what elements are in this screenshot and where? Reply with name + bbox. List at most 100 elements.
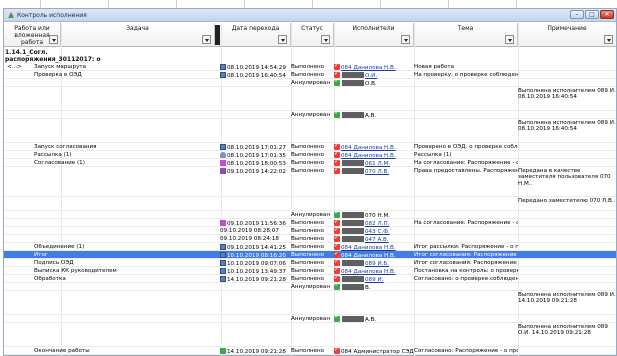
table-row[interactable]: Передано заместителю 070 Л.В..: [4, 197, 616, 211]
redacted-name: [342, 276, 364, 282]
status-cell: Выполнено: [291, 348, 325, 354]
table-row[interactable]: Выполнена исполнителем 089 И. 08.10.2019…: [4, 87, 616, 111]
table-row[interactable]: Выполнена исполнителем 089 И. 14.10.2019…: [4, 291, 616, 315]
table-row[interactable]: АннулированА.В.: [4, 315, 616, 323]
executor-cell[interactable]: 089 И.Б.: [334, 260, 414, 267]
table-row[interactable]: 09.10.2019 14:22:02 Выполнено 070 Л.В. Прав…: [4, 167, 616, 197]
check-icon: [334, 276, 340, 282]
work-cell: [7, 220, 33, 227]
filter-dropdown-icon[interactable]: [505, 35, 514, 44]
table-row[interactable]: Проверка в ОЭД 08.10.2019 16:40:54 Выполне…: [4, 71, 616, 79]
table-row[interactable]: АннулированА.В.: [4, 111, 616, 119]
topic-cell: Новая работа: [414, 64, 455, 70]
topic-cell: На проверку: о проверке соблюден: [414, 72, 518, 78]
date-cell: 10.10.2019 08:16:20: [220, 252, 291, 259]
group-title-line1: 1.14.1_Согл.: [5, 49, 48, 56]
doc-icon: [220, 144, 226, 150]
table-row[interactable]: АннулированО.В.: [4, 79, 616, 87]
executor-cell[interactable]: 061 Л.М.: [334, 160, 414, 167]
check-icon: [334, 348, 340, 354]
task-cell: [34, 236, 214, 243]
work-cell: [7, 324, 33, 331]
table-row[interactable]: Подпись ОЭД 10.10.2019 09:07:06Выполнено 0…: [4, 259, 616, 267]
redacted-name: [342, 284, 364, 290]
executor-cell[interactable]: 082 Л.П.: [334, 220, 414, 227]
status-cell: Выполнено: [291, 268, 325, 274]
note-cell: Выполнена исполнителем 089 И. 08.10.2019…: [518, 120, 616, 133]
executor-cell: 070 Н.М.: [334, 212, 414, 219]
close-button[interactable]: ✕: [600, 10, 614, 19]
maximize-button[interactable]: □: [585, 10, 599, 19]
column-header-note[interactable]: Примечание: [518, 23, 616, 47]
filter-dropdown-icon[interactable]: [202, 35, 211, 44]
executor-cell[interactable]: 043 С.Ф.: [334, 228, 414, 235]
table-row[interactable]: 09.10.2019 11:56:36Выполнено 082 Л.П.На с…: [4, 219, 616, 227]
column-header-executors[interactable]: Исполнители: [334, 23, 414, 47]
redacted-name: [342, 236, 364, 242]
filter-dropdown-icon[interactable]: [49, 35, 58, 44]
doc-icon: [220, 244, 226, 250]
table-row[interactable]: Окончание работы 14.10.2019 09:21:28 Выпол…: [4, 347, 616, 355]
minimize-button[interactable]: –: [570, 10, 584, 19]
table-row[interactable]: Выполнена исполнителем 089 И. 08.10.2019…: [4, 119, 616, 143]
filter-dropdown-icon[interactable]: [401, 35, 410, 44]
title-bar[interactable]: Контроль исполнения – □ ✕: [4, 9, 616, 22]
filter-dropdown-icon[interactable]: [321, 35, 330, 44]
table-row[interactable]: Рассылка (1) 08.10.2019 17:01:35 Выполнено…: [4, 151, 616, 159]
column-header-topic[interactable]: Тема: [414, 23, 518, 47]
executor-cell[interactable]: 084 Данилова Н.В.: [334, 144, 414, 151]
topic-cell: [414, 198, 518, 205]
executor-cell[interactable]: 084 Данилова Н.В.: [334, 252, 414, 259]
executor-cell[interactable]: 084 Данилова Н.В.: [334, 268, 414, 275]
check-icon: [334, 220, 340, 226]
topic-cell: Рассылка (1): [414, 152, 452, 158]
group-header[interactable]: 1.14.1_Согл. распоряжения_30112017: о: [5, 49, 101, 63]
check-icon: [334, 72, 340, 78]
cancel-icon: [334, 80, 340, 86]
table-row[interactable]: АннулированВ.: [4, 283, 616, 291]
date-cell: 08.10.2019 16:40:54: [220, 72, 291, 79]
task-cell: [34, 168, 214, 175]
table-row[interactable]: Выписка КК руководителем 10.10.2019 13:49…: [4, 267, 616, 275]
minimize-icon: –: [575, 11, 579, 18]
executor-cell[interactable]: 047 А.В.: [334, 236, 414, 243]
table-row[interactable]: Запуск согласования 08.10.2019 17:01:27 Вы…: [4, 143, 616, 151]
route-icon: [220, 160, 226, 166]
executor-cell[interactable]: 089 И.: [334, 276, 414, 283]
executor-cell[interactable]: 084 Данилова Н.В.: [334, 244, 414, 251]
status-cell: Аннулирован: [291, 80, 331, 86]
table-row[interactable]: 09.10.2019 08:28:07 Выполнено 043 С.Ф.: [4, 227, 616, 235]
column-header-date[interactable]: Дата перехода: [221, 23, 291, 47]
table-row[interactable]: Аннулирован070 Н.М.: [4, 211, 616, 219]
status-cell: [291, 120, 333, 127]
table-row[interactable]: Согласование (1) 08.10.2019 18:00:53 Выпол…: [4, 159, 616, 167]
executor-cell[interactable]: 070 Л.В.: [334, 168, 414, 175]
check-icon: [334, 244, 340, 250]
column-splitter-handle[interactable]: [215, 25, 220, 45]
date-cell: [220, 316, 291, 323]
table-row[interactable]: Объединение (1) 09.10.2019 14:41:25 Выполн…: [4, 243, 616, 251]
executor-cell: В.: [334, 284, 414, 291]
table-row[interactable]: Итог 10.10.2019 08:16:20Выполнено 084 Дани…: [4, 251, 616, 259]
work-cell: [7, 244, 33, 251]
topic-cell: [414, 284, 518, 291]
executor-cell: 084 Администратор СЭД: [334, 348, 414, 355]
executor-cell[interactable]: 084 Данилова Н.В.: [334, 64, 414, 71]
filter-dropdown-icon[interactable]: [278, 35, 287, 44]
executor-cell[interactable]: О.И.: [334, 72, 414, 79]
executor-cell[interactable]: 084 Данилова Н.В.: [334, 152, 414, 159]
doc-icon: [220, 252, 226, 258]
status-cell: Выполнено: [291, 144, 325, 150]
status-cell: [291, 324, 333, 331]
date-cell: [220, 292, 291, 299]
column-header-status[interactable]: Статус: [291, 23, 334, 47]
table-row[interactable]: 09.10.2019 08:24:18 Выполнено 047 А.В.: [4, 235, 616, 243]
table-row[interactable]: Обработка 14.10.2019 09:21:28Выполнено 089…: [4, 275, 616, 283]
table-row[interactable]: <...> Запуск маршрута 08.10.2019 14:54:29 В…: [4, 63, 616, 71]
column-header-task[interactable]: Задача: [61, 23, 215, 47]
executor-name: 084 Администратор СЭД: [341, 349, 414, 355]
executor-cell: А.В.: [334, 112, 414, 119]
check-icon: [334, 236, 340, 242]
table-row[interactable]: Выполнена исполнителем 089 О.И. 14.10.20…: [4, 323, 616, 347]
filter-dropdown-icon[interactable]: [604, 35, 613, 44]
